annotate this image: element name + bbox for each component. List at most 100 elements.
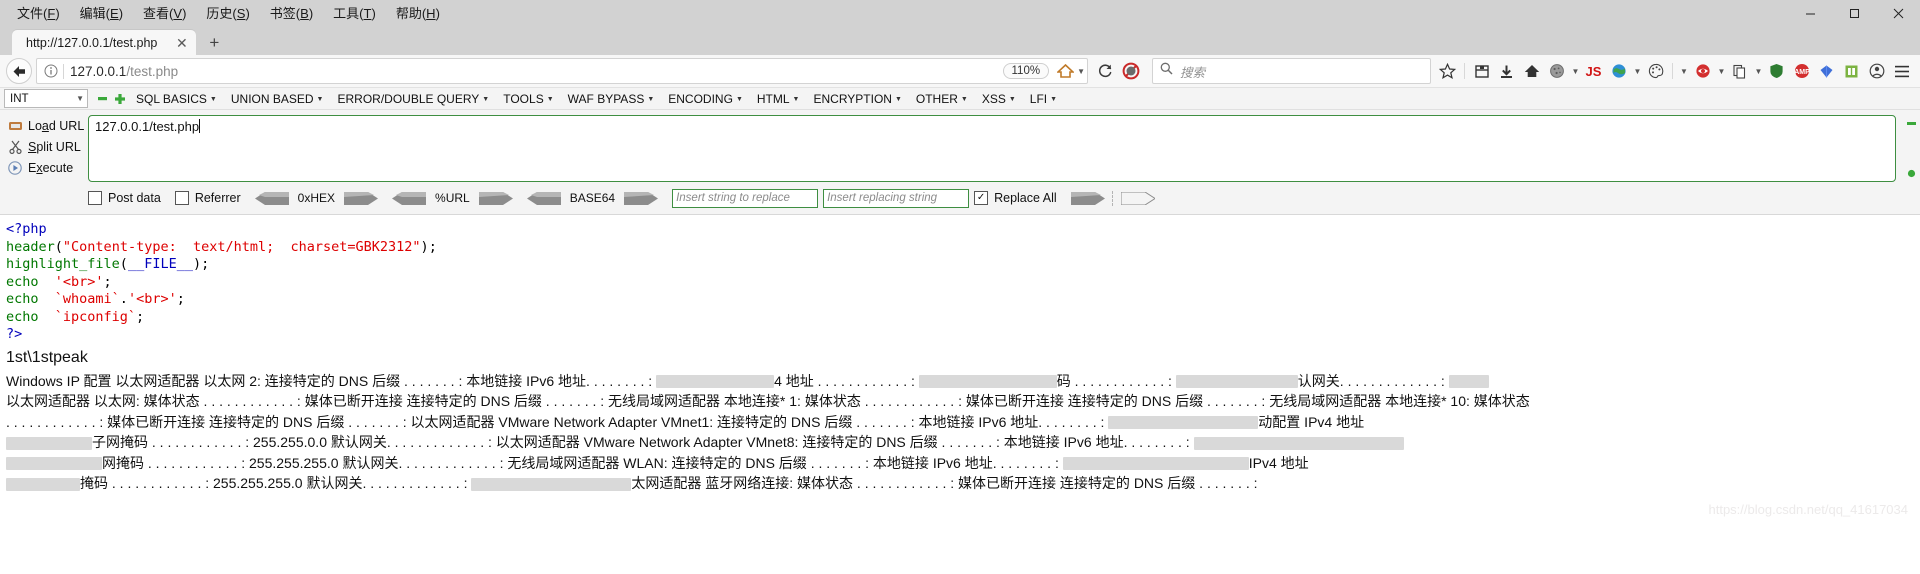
hackbar-menu-html[interactable]: HTML ▼ — [750, 92, 807, 106]
info-icon[interactable] — [41, 61, 61, 81]
cookie-manager-icon[interactable] — [1544, 58, 1569, 84]
hackbar-menu-error-double-query[interactable]: ERROR/DOUBLE QUERY ▼ — [330, 92, 496, 106]
hackbar-menu-waf-bypass[interactable]: WAF BYPASS ▼ — [561, 92, 662, 106]
chevron-down-icon: ▼ — [960, 96, 968, 103]
menu-view[interactable]: 查看(V) — [134, 3, 195, 25]
code-token: ; — [103, 273, 112, 290]
menu-file[interactable]: 文件(F) — [8, 3, 69, 25]
amp-icon[interactable]: AMP — [1789, 58, 1814, 84]
code-token: ?> — [6, 326, 23, 342]
post-data-checkbox[interactable]: Post data — [88, 191, 161, 205]
zoom-level-indicator[interactable]: 110% — [1002, 63, 1050, 79]
reader-mode-icon[interactable] — [1054, 60, 1076, 82]
remove-tab-button[interactable] — [95, 90, 110, 107]
options-divider — [1111, 190, 1114, 206]
code-line: header("Content-type: text/html; charset… — [6, 239, 1914, 257]
watermark: https://blog.csdn.net/qq_41617034 — [1708, 502, 1909, 517]
ipconfig-text: Windows IP 配置 以太网适配器 以太网 2: 连接特定的 DNS 后缀… — [6, 372, 657, 389]
ipconfig-text: 网掩码 . . . . . . . . . . . . : 255.255.25… — [102, 454, 1063, 471]
hamburger-menu-icon[interactable] — [1889, 58, 1914, 84]
replace-all-checkbox[interactable]: ✓ Replace All — [974, 191, 1057, 205]
replace-apply-arrow-icon[interactable] — [1070, 191, 1105, 205]
shield-icon[interactable] — [1764, 58, 1789, 84]
base64-label: BASE64 — [569, 191, 616, 205]
reload-button[interactable] — [1092, 58, 1118, 84]
back-button[interactable] — [6, 58, 32, 84]
user-agent-icon[interactable] — [1690, 58, 1715, 84]
hackbar-menu-sql-basics[interactable]: SQL BASICS ▼ — [129, 92, 224, 106]
chevron-down-icon[interactable]: ▼ — [1631, 58, 1643, 84]
chevron-down-icon: ▼ — [546, 96, 554, 103]
injection-type-select[interactable]: INT ▼ — [4, 89, 88, 108]
tab-title: http://127.0.0.1/test.php — [26, 35, 158, 50]
menu-bookmarks[interactable]: 书签(B) — [261, 3, 322, 25]
code-token: header — [6, 238, 55, 255]
redaction-block — [1448, 375, 1489, 389]
find-string-input[interactable]: Insert string to replace — [672, 188, 819, 208]
referrer-checkbox[interactable]: Referrer — [174, 191, 241, 205]
account-icon[interactable] — [1864, 58, 1889, 84]
hackbar-menu-union-based[interactable]: UNION BASED ▼ — [224, 92, 331, 106]
palette-icon[interactable] — [1643, 58, 1668, 84]
downloads-icon[interactable] — [1494, 58, 1519, 84]
hackbar-action-list: Load URL Split URL Execute — [0, 115, 88, 182]
code-token: __FILE__ — [127, 256, 193, 272]
menu-help[interactable]: 帮助(H) — [387, 3, 449, 25]
close-button[interactable] — [1876, 0, 1920, 27]
extra-apply-arrow-icon[interactable] — [1120, 191, 1156, 205]
tab-strip: http://127.0.0.1/test.php ✕ + — [0, 27, 1920, 55]
menu-history[interactable]: 历史(S) — [197, 3, 258, 25]
ipconfig-line: 网掩码 . . . . . . . . . . . . : 255.255.25… — [6, 453, 1914, 474]
new-tab-button[interactable]: + — [200, 30, 228, 55]
menu-bookmarks-label: 书签 — [269, 5, 296, 21]
code-line: echo '<br>'; — [6, 274, 1914, 292]
chevron-down-icon: ▼ — [76, 94, 84, 103]
search-input[interactable]: 搜索 — [1180, 62, 1205, 81]
hackbar-menu-xss[interactable]: XSS ▼ — [975, 92, 1023, 106]
chevron-down-icon: ▼ — [209, 96, 217, 103]
encode-arrow-icon[interactable] — [344, 191, 379, 205]
search-bar[interactable]: 搜索 — [1152, 58, 1431, 84]
encode-arrow-icon[interactable] — [624, 191, 659, 205]
chevron-down-icon[interactable]: ▼ — [1752, 58, 1764, 84]
noscript-icon[interactable] — [1118, 58, 1144, 84]
hackbar-menu-encoding[interactable]: ENCODING ▼ — [661, 92, 750, 106]
load-url-button[interactable]: Load URL — [4, 115, 88, 136]
code-token: ( — [54, 238, 63, 255]
tab-test-php[interactable]: http://127.0.0.1/test.php ✕ — [12, 30, 197, 55]
hackbar-menu-encryption[interactable]: ENCRYPTION ▼ — [806, 92, 908, 106]
menu-edit[interactable]: 编辑(E) — [71, 3, 132, 25]
add-tab-button[interactable] — [112, 90, 127, 107]
hackbar-menu-tools[interactable]: TOOLS ▼ — [496, 92, 560, 106]
copy-icon[interactable] — [1727, 58, 1752, 84]
minimize-button[interactable] — [1788, 0, 1832, 27]
home-icon[interactable] — [1519, 58, 1544, 84]
bookmark-star-icon[interactable] — [1435, 58, 1460, 84]
chevron-down-icon[interactable]: ▼ — [1715, 58, 1727, 84]
encode-arrow-icon[interactable] — [478, 191, 513, 205]
hackbar-menu-other[interactable]: OTHER ▼ — [909, 92, 975, 106]
url-textarea[interactable]: 127.0.0.1/test.php — [88, 115, 1896, 182]
split-url-button[interactable]: Split URL — [4, 136, 88, 157]
replace-string-input[interactable]: Insert replacing string — [823, 188, 970, 208]
chevron-down-icon: ▼ — [1008, 96, 1016, 103]
maximize-button[interactable] — [1832, 0, 1876, 27]
decode-arrow-icon[interactable] — [392, 191, 427, 205]
hackbar-menu-lfi[interactable]: LFI ▼ — [1023, 92, 1064, 106]
menu-tools[interactable]: 工具(T) — [324, 3, 385, 25]
js-toggle-icon[interactable]: JS — [1581, 58, 1606, 84]
gem-icon[interactable] — [1814, 58, 1839, 84]
execute-button[interactable]: Execute — [4, 157, 88, 178]
decode-arrow-icon[interactable] — [526, 191, 561, 205]
grid-icon[interactable] — [1839, 58, 1864, 84]
chevron-down-icon[interactable]: ▼ — [1077, 67, 1085, 76]
proxy-icon[interactable] — [1606, 58, 1631, 84]
decode-arrow-icon[interactable] — [254, 191, 289, 205]
address-bar[interactable]: 127.0.0.1/test.php 110% ▼ — [36, 58, 1088, 84]
chevron-down-icon[interactable]: ▼ — [1569, 58, 1581, 84]
url-host: 127.0.0.1 — [70, 63, 127, 79]
close-icon[interactable]: ✕ — [173, 34, 190, 51]
chevron-down-icon[interactable]: ▼ — [1677, 58, 1690, 84]
redaction-block — [918, 375, 1057, 389]
library-icon[interactable] — [1469, 58, 1494, 84]
